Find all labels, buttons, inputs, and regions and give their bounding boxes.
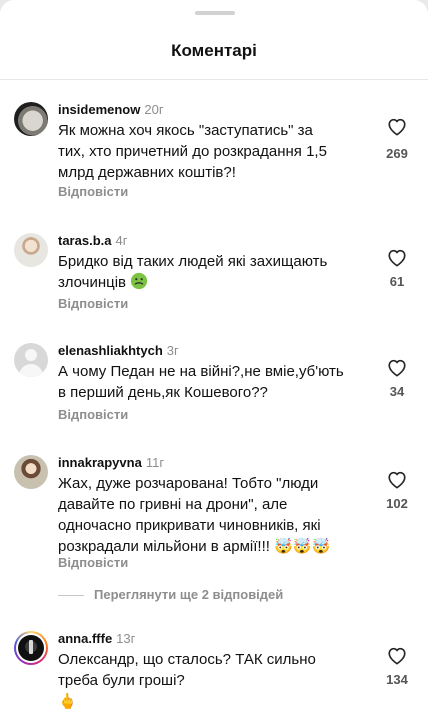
like-button[interactable] bbox=[385, 247, 409, 267]
comments-sheet: Коментарі insidemenow 20г Як можна хоч як… bbox=[0, 0, 428, 720]
comment-username[interactable]: anna.fffe bbox=[58, 631, 112, 646]
like-count: 102 bbox=[386, 496, 408, 511]
avatar[interactable] bbox=[14, 343, 48, 377]
reply-button[interactable]: Відповісти bbox=[58, 407, 128, 422]
like-count: 61 bbox=[389, 274, 405, 289]
like-count: 269 bbox=[386, 146, 408, 161]
comment-meta: insidemenow 20г bbox=[58, 102, 164, 117]
comment-text: Жах, дуже розчарована! Тобто "люди давай… bbox=[58, 473, 378, 557]
heart-outline-icon bbox=[388, 359, 406, 377]
comment-text-body: Олександр, що сталось? ТАК сильно треба … bbox=[58, 651, 316, 689]
like-count: 134 bbox=[386, 672, 408, 687]
comment-text: Бридко від таких людей які захищають зло… bbox=[58, 251, 378, 293]
comment-time: 20г bbox=[144, 102, 164, 117]
like-button[interactable] bbox=[385, 116, 409, 136]
like-button[interactable] bbox=[385, 469, 409, 489]
comment-meta: taras.b.a 4г bbox=[58, 233, 127, 248]
replies-divider-line bbox=[58, 595, 84, 596]
comment-item: insidemenow 20г Як можна хоч якось "засту… bbox=[0, 102, 428, 202]
comment-time: 11г bbox=[145, 455, 165, 470]
view-more-replies-label[interactable]: Переглянути ще 2 відповідей bbox=[94, 587, 283, 602]
sheet-title: Коментарі bbox=[171, 41, 257, 60]
like-button[interactable] bbox=[385, 357, 409, 377]
comment-meta: anna.fffe 13г bbox=[58, 631, 135, 646]
comment-time: 3г bbox=[166, 343, 179, 358]
sheet-grabber[interactable] bbox=[195, 11, 235, 15]
comment-time: 4г bbox=[115, 233, 128, 248]
comment-time: 13г bbox=[116, 631, 136, 646]
nauseated-face-icon bbox=[126, 272, 148, 291]
view-more-replies[interactable]: Переглянути ще 2 відповідей bbox=[58, 587, 418, 603]
middle-finger-emoji: 🖕 bbox=[58, 693, 77, 710]
avatar[interactable] bbox=[14, 233, 48, 267]
comment-text: Як можна хоч якось "заступатись" за тих,… bbox=[58, 122, 327, 181]
comment-text: Олександр, що сталось? ТАК сильно треба … bbox=[58, 649, 378, 712]
heart-outline-icon bbox=[388, 647, 406, 665]
header-divider bbox=[0, 79, 428, 80]
like-count: 34 bbox=[389, 384, 405, 399]
comment-text: А чому Педан не на війні?,не вміе,уб'ють… bbox=[58, 363, 344, 401]
avatar[interactable] bbox=[14, 455, 48, 489]
comment-item: innakrapyvna 11г Жах, дуже розчарована! Т… bbox=[0, 455, 428, 570]
comment-text-body: Бридко від таких людей які захищають зло… bbox=[58, 253, 328, 291]
comment-item: taras.b.a 4г Бридко від таких людей які з… bbox=[0, 233, 428, 313]
comment-meta: elenashliakhtych 3г bbox=[58, 343, 179, 358]
heart-outline-icon bbox=[388, 471, 406, 489]
comment-username[interactable]: insidemenow bbox=[58, 102, 140, 117]
comment-meta: innakrapyvna 11г bbox=[58, 455, 164, 470]
comment-item: anna.fffe 13г Олександр, що сталось? ТАК … bbox=[0, 631, 428, 720]
avatar[interactable] bbox=[14, 102, 48, 136]
heart-outline-icon bbox=[388, 249, 406, 267]
avatar[interactable] bbox=[14, 631, 48, 665]
comment-username[interactable]: taras.b.a bbox=[58, 233, 111, 248]
comment-username[interactable]: innakrapyvna bbox=[58, 455, 142, 470]
exploding-head-emoji: 🤯🤯🤯 bbox=[274, 538, 331, 555]
comment-username[interactable]: elenashliakhtych bbox=[58, 343, 163, 358]
comment-item: elenashliakhtych 3г А чому Педан не на ві… bbox=[0, 343, 428, 423]
reply-button[interactable]: Відповісти bbox=[58, 296, 128, 311]
heart-outline-icon bbox=[388, 118, 406, 136]
reply-button[interactable]: Відповісти bbox=[58, 184, 128, 199]
reply-button[interactable]: Відповісти bbox=[58, 555, 128, 570]
like-button[interactable] bbox=[385, 645, 409, 665]
